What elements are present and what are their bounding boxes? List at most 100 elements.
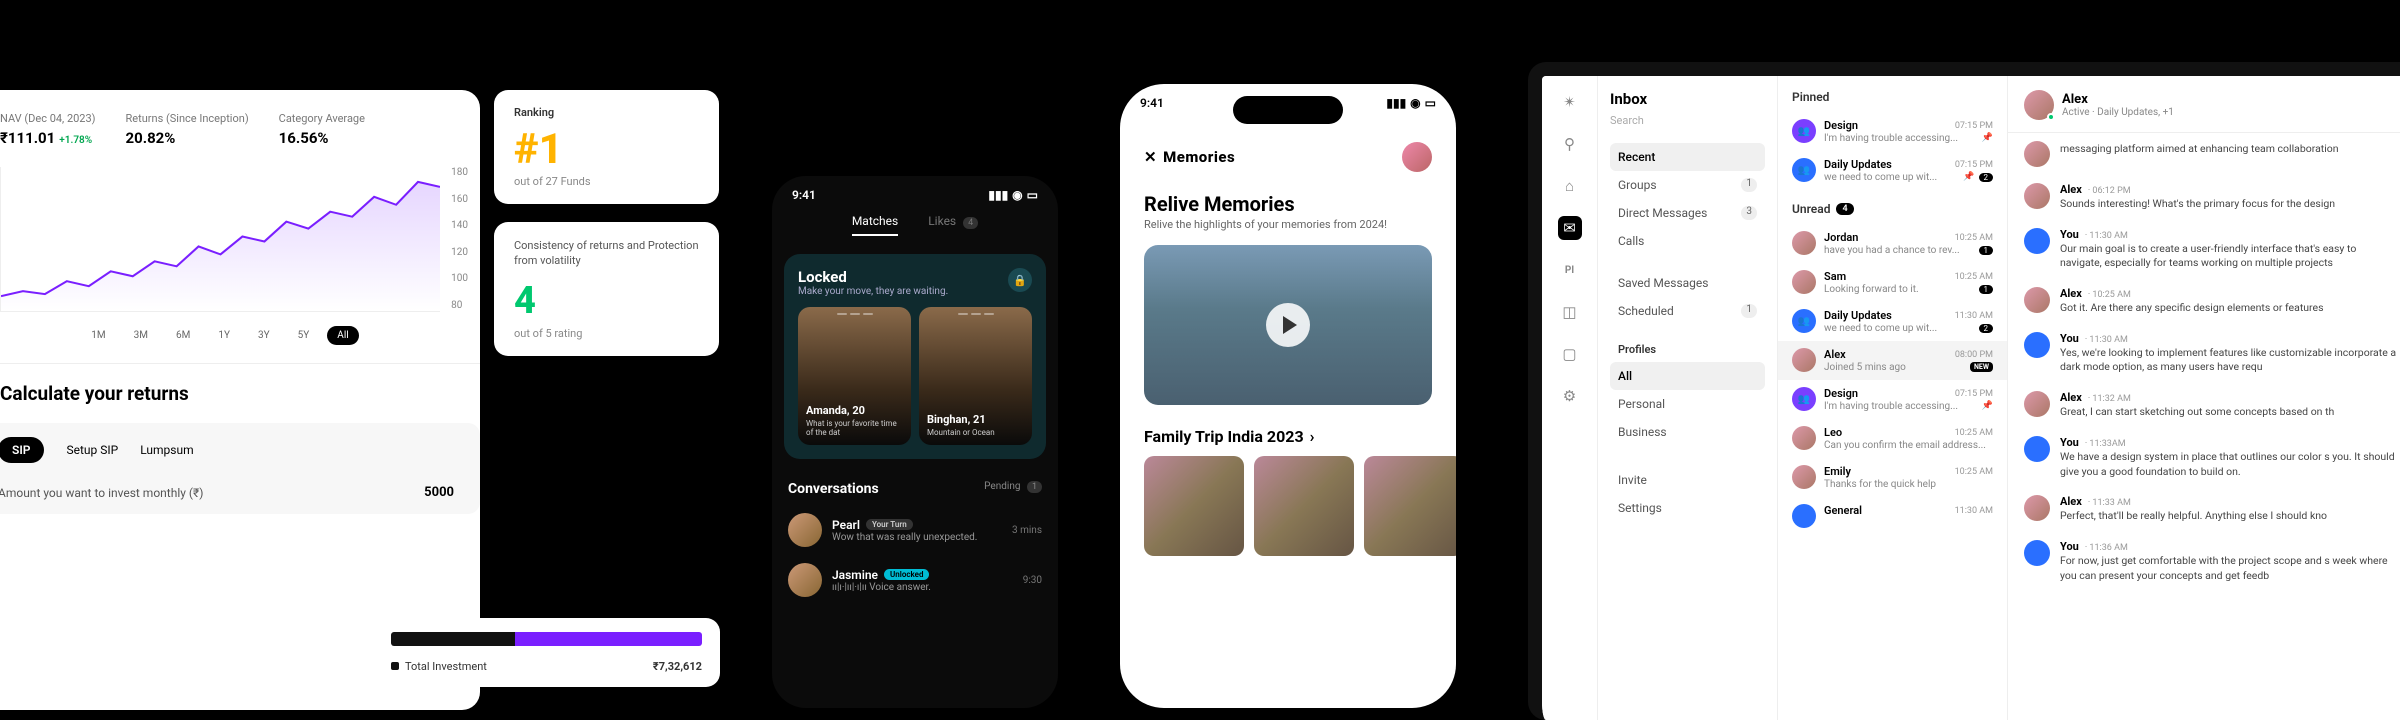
section-title[interactable]: Family Trip India 2023 › — [1120, 405, 1456, 456]
avatar — [1792, 504, 1816, 528]
range-3y[interactable]: 3Y — [248, 326, 280, 345]
invest-value[interactable]: 5000 — [424, 485, 454, 500]
nav-invite[interactable]: Invite — [1610, 466, 1765, 494]
msg-author-row: Alex · 11:33 AM — [2060, 495, 2398, 508]
user-avatar[interactable] — [1402, 142, 1432, 172]
conv-preview: I'm having trouble accessing... — [1824, 133, 1958, 144]
tab-sip[interactable]: SIP — [0, 437, 44, 463]
msg-text: Perfect, that'll be really helpful. Anyt… — [2060, 509, 2398, 524]
tab-setup-sip[interactable]: Setup SIP — [66, 443, 118, 457]
range-5y[interactable]: 5Y — [288, 326, 320, 345]
profile-business[interactable]: Business — [1610, 418, 1765, 446]
chat-message: Alex · 06:12 PMSounds interesting! What'… — [2008, 175, 2400, 220]
archive-icon[interactable]: ▢ — [1558, 342, 1582, 366]
photo-thumbnail[interactable] — [1254, 456, 1354, 556]
total-investment-card: Total Investment ₹7,32,612 — [373, 600, 720, 687]
nav-groups[interactable]: Groups 1 — [1610, 171, 1765, 199]
tab-likes[interactable]: Likes 4 — [928, 214, 978, 236]
nav-dms[interactable]: Direct Messages 3 — [1610, 199, 1765, 227]
invest-amount-row: Amount you want to invest monthly (₹) 50… — [0, 481, 454, 500]
chat-avatar[interactable] — [2024, 90, 2054, 120]
conv-time: 10:25 AM — [1955, 272, 1993, 282]
nav-scheduled[interactable]: Scheduled 1 — [1610, 297, 1765, 325]
conv-preview: ıı|ı·|ıı|·ı|ıı Voice answer. — [832, 582, 1013, 593]
time-range-tabs: 1M 3M 6M 1Y 3Y 5Y All — [0, 312, 480, 363]
range-1m[interactable]: 1M — [81, 326, 115, 345]
range-1y[interactable]: 1Y — [208, 326, 240, 345]
photo-thumbnail[interactable] — [1364, 456, 1456, 556]
nav-settings[interactable]: Settings — [1610, 494, 1765, 522]
profile-card[interactable]: Amanda, 20 What is your favorite time of… — [798, 307, 911, 445]
conversation-item[interactable]: Emily10:25 AM Thanks for the quick help — [1778, 458, 2007, 497]
conversation-item[interactable]: Leo10:25 AM Can you confirm the email ad… — [1778, 419, 2007, 458]
tab-matches[interactable]: Matches — [852, 214, 898, 236]
projects-icon[interactable]: PI — [1558, 258, 1582, 282]
chat-panel: Alex Active · Daily Updates, +1 messagin… — [2008, 76, 2400, 720]
metrics-cards-column: Ranking #1 out of 27 Funds Consistency o… — [494, 90, 719, 374]
inbox-icon[interactable]: ✉ — [1558, 216, 1582, 240]
conversation-item[interactable]: 👥 Daily Updates07:15 PM we need to come … — [1778, 151, 2007, 190]
nav-recent[interactable]: Recent — [1610, 143, 1765, 171]
avatar — [1792, 426, 1816, 450]
range-3m[interactable]: 3M — [124, 326, 158, 345]
status-pill: Your Turn — [866, 519, 913, 530]
msg-time: · 10:25 AM — [2088, 290, 2131, 300]
settings-icon[interactable]: ⚙ — [1558, 384, 1582, 408]
nav-saved[interactable]: Saved Messages — [1610, 269, 1765, 297]
conversation-item[interactable]: Alex08:00 PM Joined 5 mins agoNEW — [1778, 341, 2007, 380]
nav-badge: 3 — [1741, 206, 1757, 220]
highlight-video[interactable] — [1144, 245, 1432, 405]
chat-status: Active — [2062, 107, 2090, 118]
play-icon[interactable] — [1266, 303, 1310, 347]
conversation-row[interactable]: Jasmine Unlocked ıı|ı·|ıı|·ı|ıı Voice an… — [772, 555, 1058, 605]
conversation-item[interactable]: 👥 Design07:15 PM I'm having trouble acce… — [1778, 112, 2007, 151]
ytick: 80 — [451, 300, 468, 311]
conv-time: 10:25 AM — [1955, 467, 1993, 477]
locked-subtitle: Make your move, they are waiting. — [798, 286, 948, 297]
avatar: 👥 — [1792, 387, 1816, 411]
profile-personal[interactable]: Personal — [1610, 390, 1765, 418]
returns-value: 20.82% — [126, 129, 249, 147]
conv-time: 10:25 AM — [1955, 233, 1993, 243]
profiles-section: Profiles — [1610, 343, 1765, 356]
search-input[interactable]: Search — [1610, 114, 1765, 127]
profile-all[interactable]: All — [1610, 362, 1765, 390]
likes-count: 4 — [963, 217, 978, 229]
range-all[interactable]: All — [327, 326, 358, 345]
msg-avatar — [2024, 436, 2050, 462]
profile-card[interactable]: Binghan, 21 Mountain or Ocean — [919, 307, 1032, 445]
brand-text: Memories — [1163, 148, 1235, 166]
total-row: Total Investment ₹7,32,612 — [391, 660, 702, 673]
conversation-row[interactable]: Pearl Your Turn Wow that was really unex… — [772, 505, 1058, 555]
conversation-item[interactable]: Sam10:25 AM Looking forward to it.1 — [1778, 263, 2007, 302]
conversation-item[interactable]: General11:30 AM — [1778, 497, 2007, 535]
conversation-item[interactable]: 👥 Design07:15 PM I'm having trouble acce… — [1778, 380, 2007, 419]
signal-icon: ▮▮▮ — [1386, 96, 1406, 110]
home-icon[interactable]: ⌂ — [1558, 174, 1582, 198]
msg-author-row: You · 11:36 AM — [2060, 540, 2398, 553]
nav-calls[interactable]: Calls — [1610, 227, 1765, 255]
brand-logo[interactable]: ✕ Memories — [1144, 148, 1235, 166]
app-logo-icon[interactable]: ✴ — [1558, 90, 1582, 114]
inbox-app: ✴ ⚲ ⌂ ✉ PI ◫ ▢ ⚙ Inbox Search Recent Gro… — [1528, 62, 2400, 720]
conversation-item[interactable]: Jordan10:25 AM have you had a chance to … — [1778, 224, 2007, 263]
conv-name: Jordan — [1824, 231, 1858, 244]
conv-time: 07:15 PM — [1955, 389, 1993, 399]
search-icon[interactable]: ⚲ — [1558, 132, 1582, 156]
conv-time: 08:00 PM — [1955, 350, 1993, 360]
conv-name: Alex — [1824, 348, 1846, 361]
bookmark-icon[interactable]: ◫ — [1558, 300, 1582, 324]
photo-thumbnail[interactable] — [1144, 456, 1244, 556]
range-6m[interactable]: 6M — [166, 326, 200, 345]
pending-label[interactable]: Pending 1 — [984, 481, 1042, 497]
tab-lumpsum[interactable]: Lumpsum — [140, 443, 193, 457]
top-tabs: Matches Likes 4 — [772, 208, 1058, 246]
msg-text: We have a design system in place that ou… — [2060, 450, 2398, 479]
lock-icon[interactable]: 🔒 — [1008, 268, 1032, 292]
msg-text: Our main goal is to create a user-friend… — [2060, 242, 2398, 271]
msg-author-row: You · 11:30 AM — [2060, 228, 2398, 241]
page-subtitle: Relive the highlights of your memories f… — [1120, 218, 1456, 245]
conversation-item[interactable]: 👥 Daily Updates11:30 AM we need to come … — [1778, 302, 2007, 341]
legend-dot — [391, 662, 399, 670]
profile-meta: Mountain or Ocean — [927, 428, 1024, 437]
